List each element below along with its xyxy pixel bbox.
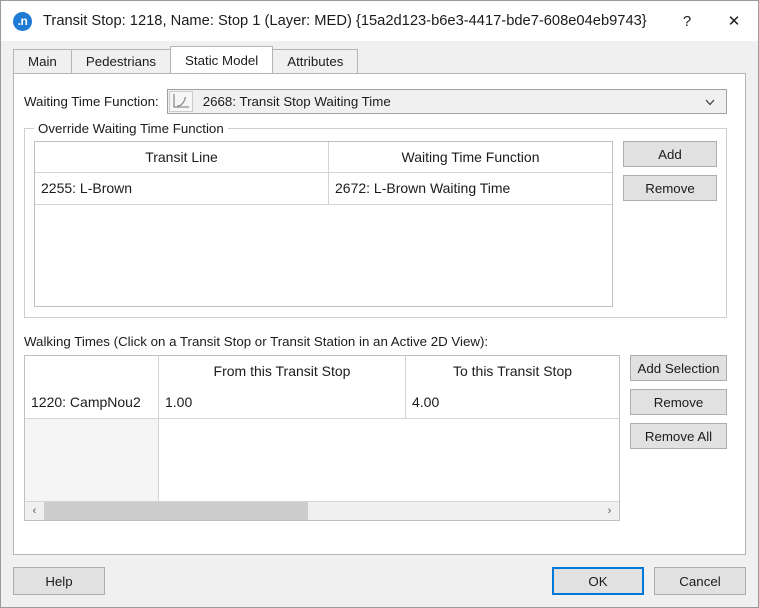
waiting-time-function-label: Waiting Time Function:: [24, 94, 159, 109]
column-header-stop[interactable]: [25, 356, 159, 386]
tab-attributes[interactable]: Attributes: [272, 49, 359, 73]
walking-times-table-header: From this Transit Stop To this Transit S…: [25, 356, 619, 386]
app-icon: .n: [13, 11, 32, 31]
add-button[interactable]: Add: [623, 141, 717, 167]
cancel-button[interactable]: Cancel: [654, 567, 746, 595]
remove-all-button[interactable]: Remove All: [630, 423, 727, 449]
walking-times-table[interactable]: From this Transit Stop To this Transit S…: [24, 355, 620, 521]
add-selection-button[interactable]: Add Selection: [630, 355, 727, 381]
column-header-transit-line[interactable]: Transit Line: [35, 142, 329, 172]
override-group-title: Override Waiting Time Function: [34, 121, 228, 136]
remove-button[interactable]: Remove: [623, 175, 717, 201]
close-icon[interactable]: ✕: [710, 1, 758, 41]
column-header-from-this-transit-stop[interactable]: From this Transit Stop: [159, 356, 406, 386]
column-header-to-this-transit-stop[interactable]: To this Transit Stop: [406, 356, 619, 386]
override-waiting-time-group: Override Waiting Time Function Transit L…: [24, 121, 727, 318]
walking-times-label: Walking Times (Click on a Transit Stop o…: [24, 334, 489, 349]
waiting-time-function-row: Waiting Time Function: 2668: Transit Sto…: [24, 89, 727, 114]
walking-times-body: From this Transit Stop To this Transit S…: [24, 355, 727, 521]
tab-main[interactable]: Main: [13, 49, 72, 73]
scrollbar-track[interactable]: [44, 501, 600, 520]
override-table-header: Transit Line Waiting Time Function: [35, 142, 612, 173]
cell-to-this-transit-stop: 4.00: [406, 386, 619, 418]
scroll-right-arrow-icon[interactable]: ›: [600, 502, 619, 521]
transit-stop-dialog: .n Transit Stop: 1218, Name: Stop 1 (Lay…: [0, 0, 759, 608]
override-group-body: Transit Line Waiting Time Function 2255:…: [34, 141, 717, 307]
table-row[interactable]: 2255: L-Brown 2672: L-Brown Waiting Time: [35, 173, 612, 205]
title-bar: .n Transit Stop: 1218, Name: Stop 1 (Lay…: [1, 1, 758, 41]
function-curve-icon: [168, 91, 193, 112]
scrollbar-thumb[interactable]: [44, 501, 309, 520]
walking-times-button-column: Add Selection Remove Remove All: [630, 355, 727, 521]
static-model-panel: Waiting Time Function: 2668: Transit Sto…: [13, 73, 746, 555]
tab-static-model[interactable]: Static Model: [170, 46, 274, 73]
walking-remove-button[interactable]: Remove: [630, 389, 727, 415]
chevron-down-icon: [705, 99, 715, 105]
cell-stop: 1220: CampNou2: [25, 386, 159, 418]
override-button-column: Add Remove: [623, 141, 717, 307]
waiting-time-function-value: 2668: Transit Stop Waiting Time: [202, 94, 391, 109]
tab-strip: Main Pedestrians Static Model Attributes: [13, 46, 758, 73]
help-icon[interactable]: ?: [664, 1, 710, 41]
cell-transit-line: 2255: L-Brown: [35, 173, 329, 204]
dialog-footer: Help OK Cancel: [1, 555, 758, 607]
tab-pedestrians[interactable]: Pedestrians: [70, 49, 172, 73]
waiting-time-function-combobox[interactable]: 2668: Transit Stop Waiting Time: [166, 89, 727, 114]
horizontal-scrollbar[interactable]: ‹ ›: [25, 501, 619, 520]
scroll-left-arrow-icon[interactable]: ‹: [25, 502, 44, 521]
help-button[interactable]: Help: [13, 567, 105, 595]
window-title: Transit Stop: 1218, Name: Stop 1 (Layer:…: [43, 13, 647, 29]
column-header-waiting-time-function[interactable]: Waiting Time Function: [329, 142, 612, 172]
walking-times-rows: From this Transit Stop To this Transit S…: [25, 356, 619, 501]
cell-waiting-time-function: 2672: L-Brown Waiting Time: [335, 180, 511, 196]
cell-from-this-transit-stop: 1.00: [159, 386, 406, 418]
table-row[interactable]: 1220: CampNou2 1.00 4.00: [25, 386, 619, 419]
ok-button[interactable]: OK: [552, 567, 644, 595]
override-table[interactable]: Transit Line Waiting Time Function 2255:…: [34, 141, 613, 307]
